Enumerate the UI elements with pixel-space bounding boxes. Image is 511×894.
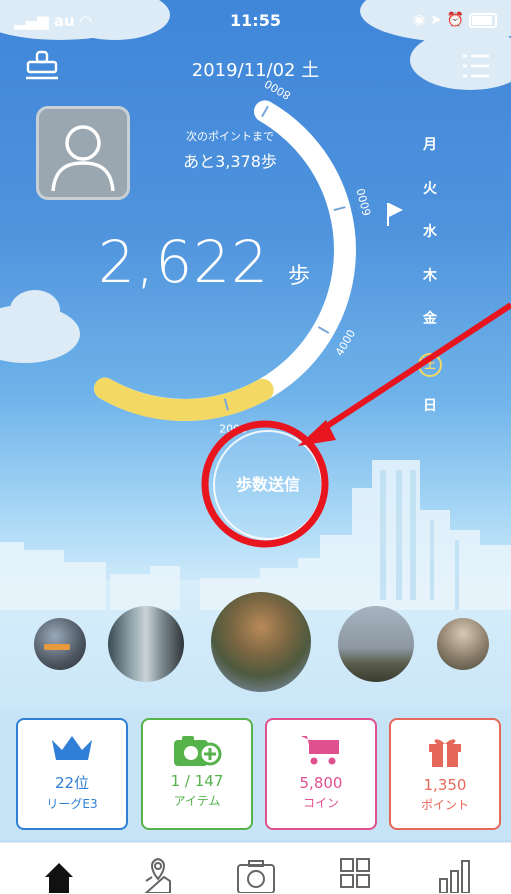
cart-icon <box>301 736 339 765</box>
rank-card[interactable]: 22位 リーグE3 <box>16 718 128 830</box>
rank-label: リーグE3 <box>46 797 98 811</box>
crown-icon <box>52 736 92 760</box>
photo-thumb[interactable] <box>108 606 184 682</box>
stats-cards: 22位 リーグE3 1 / 147 アイテム 5,800 コイン 1,350 ポ… <box>0 710 511 840</box>
avatar[interactable] <box>36 106 130 200</box>
weekday-list: 月 火 水 木 金 土 日 <box>415 135 445 440</box>
grid-icon <box>340 858 370 888</box>
tab-camera[interactable] <box>226 853 286 894</box>
item-card[interactable]: 1 / 147 アイテム <box>141 718 253 830</box>
photo-thumb[interactable] <box>437 618 489 670</box>
photo-thumb[interactable] <box>34 618 86 670</box>
app-screen: ▂▄▆ au ◠ 11:55 ◉ ➤ ⏰ 2019/11/02 土 2000 40… <box>0 0 511 894</box>
gauge-tick-label: 6000 <box>354 187 374 217</box>
weekday-thu[interactable]: 木 <box>415 266 445 310</box>
goal-flag-icon <box>387 203 403 226</box>
step-unit: 歩 <box>288 264 311 289</box>
point-label: ポイント <box>420 798 469 812</box>
weekday-wed[interactable]: 水 <box>415 222 445 266</box>
user-icon <box>51 125 115 192</box>
weekday-fri[interactable]: 金 <box>415 309 445 353</box>
gauge-tick-label: 2000 <box>219 423 247 436</box>
gauge-fill <box>94 377 274 421</box>
gauge-tick-label: 8000 <box>262 77 293 102</box>
gauge-tick-label: 4000 <box>333 327 358 358</box>
coin-card[interactable]: 5,800 コイン <box>265 718 377 830</box>
step-count: 2,622 <box>98 228 270 296</box>
weekday-sat[interactable]: 土 <box>415 352 445 397</box>
weekday-tue[interactable]: 火 <box>415 179 445 223</box>
next-point-info: 次のポイントまで あと3,378歩 <box>150 128 310 172</box>
next-point-label: 次のポイントまで <box>186 130 274 143</box>
item-label: アイテム <box>173 794 221 808</box>
tab-stats[interactable] <box>424 853 484 894</box>
point-card[interactable]: 1,350 ポイント <box>389 718 501 830</box>
remaining-steps: あと3,378歩 <box>183 152 277 171</box>
rank-value: 22位 <box>54 774 90 792</box>
point-value: 1,350 <box>423 776 467 794</box>
photo-thumb[interactable] <box>338 606 414 682</box>
gift-icon <box>429 739 461 767</box>
coin-label: コイン <box>302 796 339 810</box>
item-value: 1 / 147 <box>170 772 224 790</box>
camera-plus-icon <box>174 736 222 766</box>
coin-value: 5,800 <box>299 774 343 792</box>
send-steps-button[interactable]: 歩数送信 <box>213 430 323 540</box>
tab-grid[interactable] <box>325 853 385 894</box>
bar-chart-icon <box>439 860 470 894</box>
photo-thumb-selected[interactable] <box>211 592 311 692</box>
weekday-sun[interactable]: 日 <box>415 396 445 440</box>
camera-icon <box>237 860 275 894</box>
weekday-sat-label: 土 <box>418 352 442 377</box>
tab-bar <box>0 842 511 894</box>
weekday-mon[interactable]: 月 <box>415 135 445 179</box>
home-icon <box>45 863 73 893</box>
map-pin-icon <box>143 857 171 894</box>
tab-home[interactable] <box>29 853 89 894</box>
tab-map[interactable] <box>128 853 188 894</box>
